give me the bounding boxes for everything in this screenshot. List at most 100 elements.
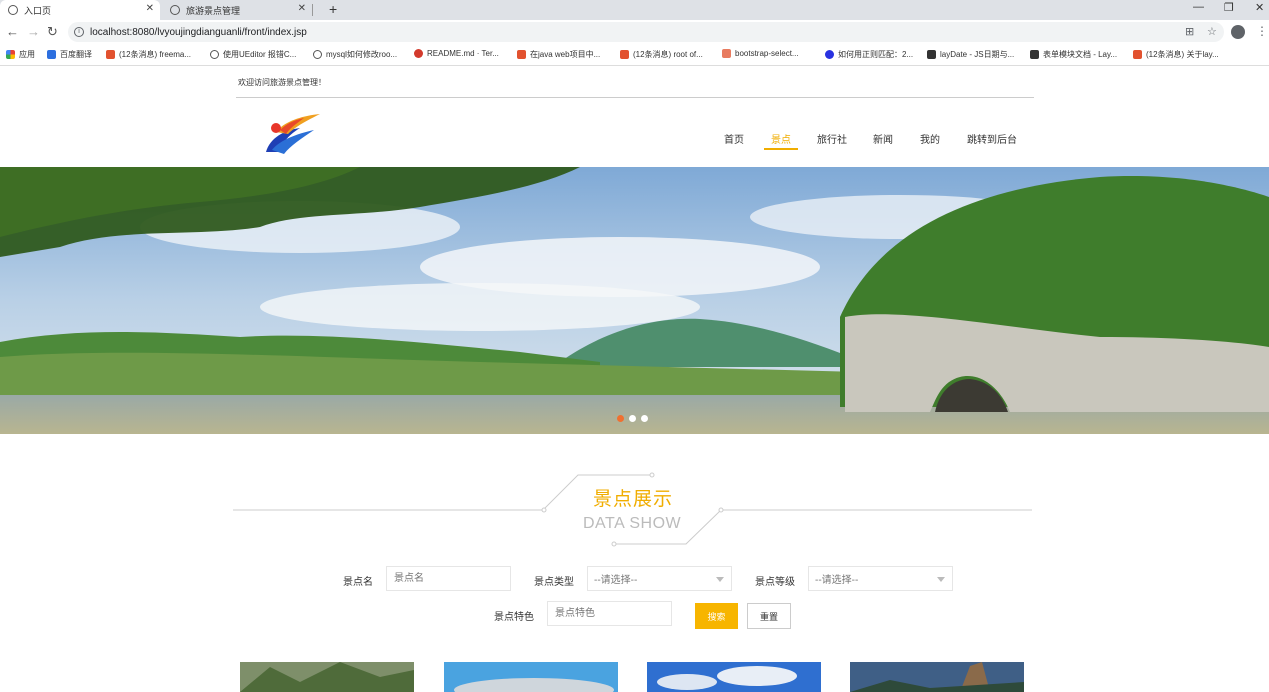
bookmark-item[interactable]: 百度翻译: [47, 49, 92, 60]
minimize-button[interactable]: —: [1193, 1, 1204, 13]
nav-news[interactable]: 新闻: [873, 131, 893, 146]
reload-icon[interactable]: ↻: [47, 24, 58, 40]
section-title: 景点展示: [593, 489, 674, 510]
translate-icon[interactable]: ⊞: [1185, 25, 1194, 38]
banner-carousel[interactable]: [0, 167, 1269, 434]
site-favicon-icon: [722, 49, 731, 58]
close-icon[interactable]: ✕: [146, 3, 154, 14]
bookmark-apps[interactable]: 应用: [6, 49, 35, 60]
bookmark-item[interactable]: mysql如何修改roo...: [313, 49, 397, 60]
scenic-card-image[interactable]: [240, 662, 414, 692]
scenic-name-label: 景点名: [343, 577, 373, 588]
close-icon[interactable]: ✕: [298, 3, 306, 14]
apps-grid-icon: [6, 50, 15, 59]
forward-arrow-icon[interactable]: →: [27, 24, 40, 39]
site-favicon-icon: [47, 50, 56, 59]
url-text: localhost:8080/lvyoujingdianguanli/front…: [90, 26, 307, 38]
nav-admin-jump[interactable]: 跳转到后台: [967, 131, 1017, 146]
bookmark-label: 在java web项目中...: [530, 50, 601, 59]
bookmark-label: 表单模块文档 - Lay...: [1043, 50, 1118, 59]
tab-separator: [312, 4, 313, 16]
scenic-feature-input[interactable]: [547, 601, 672, 626]
back-arrow-icon[interactable]: ←: [6, 24, 19, 39]
scenic-type-label: 景点类型: [534, 577, 574, 588]
restore-button[interactable]: ❐: [1224, 1, 1234, 14]
nav-mine[interactable]: 我的: [920, 131, 940, 146]
carousel-dot-3[interactable]: [641, 415, 648, 422]
scenic-level-label: 景点等级: [755, 577, 795, 588]
bookmark-item[interactable]: README.md · Ter...: [414, 49, 499, 58]
bookmark-item[interactable]: (12条消息) root of...: [620, 49, 703, 60]
bookmark-item[interactable]: (12条消息) freema...: [106, 49, 191, 60]
bookmark-label: (12条消息) 关于lay...: [1146, 50, 1219, 59]
tab-label: 入口页: [24, 5, 52, 16]
scenic-card-image[interactable]: [850, 662, 1024, 692]
window-close-button[interactable]: ✕: [1255, 1, 1264, 14]
new-tab-button[interactable]: +: [329, 1, 337, 17]
scenic-level-value: --请选择--: [815, 575, 859, 586]
layui-icon: [927, 50, 936, 59]
scenic-level-select[interactable]: --请选择--: [808, 566, 953, 591]
tab-label: 旅游景点管理: [186, 5, 241, 16]
scenic-thumbnail: [850, 662, 1024, 692]
nav-travel-agency[interactable]: 旅行社: [817, 131, 847, 146]
scenic-feature-label: 景点特色: [494, 612, 534, 623]
bookmark-label: bootstrap-select...: [735, 49, 799, 58]
scenic-card-image[interactable]: [647, 662, 821, 692]
csdn-icon: [620, 50, 629, 59]
site-favicon-icon: [210, 50, 219, 59]
reset-button[interactable]: 重置: [747, 603, 791, 629]
site-logo[interactable]: [262, 108, 324, 158]
site-favicon-icon: [313, 50, 322, 59]
bookmark-label: mysql如何修改roo...: [326, 50, 398, 59]
carousel-dot-1[interactable]: [617, 415, 624, 422]
url-field[interactable]: i localhost:8080/lvyoujingdianguanli/fro…: [68, 22, 1224, 42]
star-icon[interactable]: ☆: [1207, 25, 1217, 38]
welcome-text: 欢迎访问旅游景点管理！: [238, 78, 326, 87]
scenic-card-image[interactable]: [444, 662, 618, 692]
nav-scenic-spots[interactable]: 景点: [771, 131, 791, 146]
scenic-name-input[interactable]: [386, 566, 511, 591]
bookmark-label: (12条消息) root of...: [633, 50, 703, 59]
nav-active-indicator: [764, 148, 798, 150]
bookmark-label: (12条消息) freema...: [119, 50, 192, 59]
scenic-thumbnail: [444, 662, 618, 692]
info-icon[interactable]: i: [74, 27, 84, 37]
chevron-down-icon: [937, 577, 945, 582]
layui-icon: [1030, 50, 1039, 59]
nav-home[interactable]: 首页: [724, 131, 744, 146]
banner-landscape-image: [0, 167, 1269, 434]
globe-icon: [8, 5, 18, 15]
browser-menu-icon[interactable]: ⋮: [1256, 24, 1268, 38]
chevron-down-icon: [716, 577, 724, 582]
scenic-type-select[interactable]: --请选择--: [587, 566, 732, 591]
csdn-icon: [106, 50, 115, 59]
address-bar-row: ← → ↻ i localhost:8080/lvyoujingdianguan…: [0, 20, 1269, 44]
bookmark-item[interactable]: 在java web项目中...: [517, 49, 600, 60]
csdn-icon: [517, 50, 526, 59]
bookmark-item[interactable]: layDate - JS日期与...: [927, 49, 1014, 60]
bookmark-item[interactable]: 使用UEditor 报错C...: [210, 49, 296, 60]
search-button[interactable]: 搜索: [695, 603, 738, 629]
scenic-thumbnail: [647, 662, 821, 692]
bookmark-item[interactable]: 如何用正则匹配：2...: [825, 49, 913, 60]
tab-scenic-admin[interactable]: 旅游景点管理 ✕: [162, 0, 312, 20]
bookmark-item[interactable]: (12条消息) 关于lay...: [1133, 49, 1219, 60]
csdn-icon: [1133, 50, 1142, 59]
bookmark-label: 使用UEditor 报错C...: [223, 50, 297, 59]
bookmarks-bar: 应用 百度翻译 (12条消息) freema... 使用UEditor 报错C.…: [0, 44, 1269, 66]
bookmark-item[interactable]: 表单模块文档 - Lay...: [1030, 49, 1117, 60]
shield-icon: [170, 5, 180, 15]
profile-avatar-icon[interactable]: [1231, 25, 1245, 39]
bookmark-item[interactable]: bootstrap-select...: [722, 49, 799, 58]
bookmark-label: 百度翻译: [60, 50, 92, 59]
bookmark-label: layDate - JS日期与...: [940, 50, 1015, 59]
bookmark-label: README.md · Ter...: [427, 49, 499, 58]
carousel-dot-2[interactable]: [629, 415, 636, 422]
section-subtitle: DATA SHOW: [583, 515, 682, 532]
tab-entry-page[interactable]: 入口页 ✕: [0, 0, 160, 20]
scenic-type-value: --请选择--: [594, 575, 638, 586]
scenic-thumbnail: [240, 662, 414, 692]
bookmark-label: 应用: [19, 50, 35, 59]
gitee-icon: [414, 49, 423, 58]
